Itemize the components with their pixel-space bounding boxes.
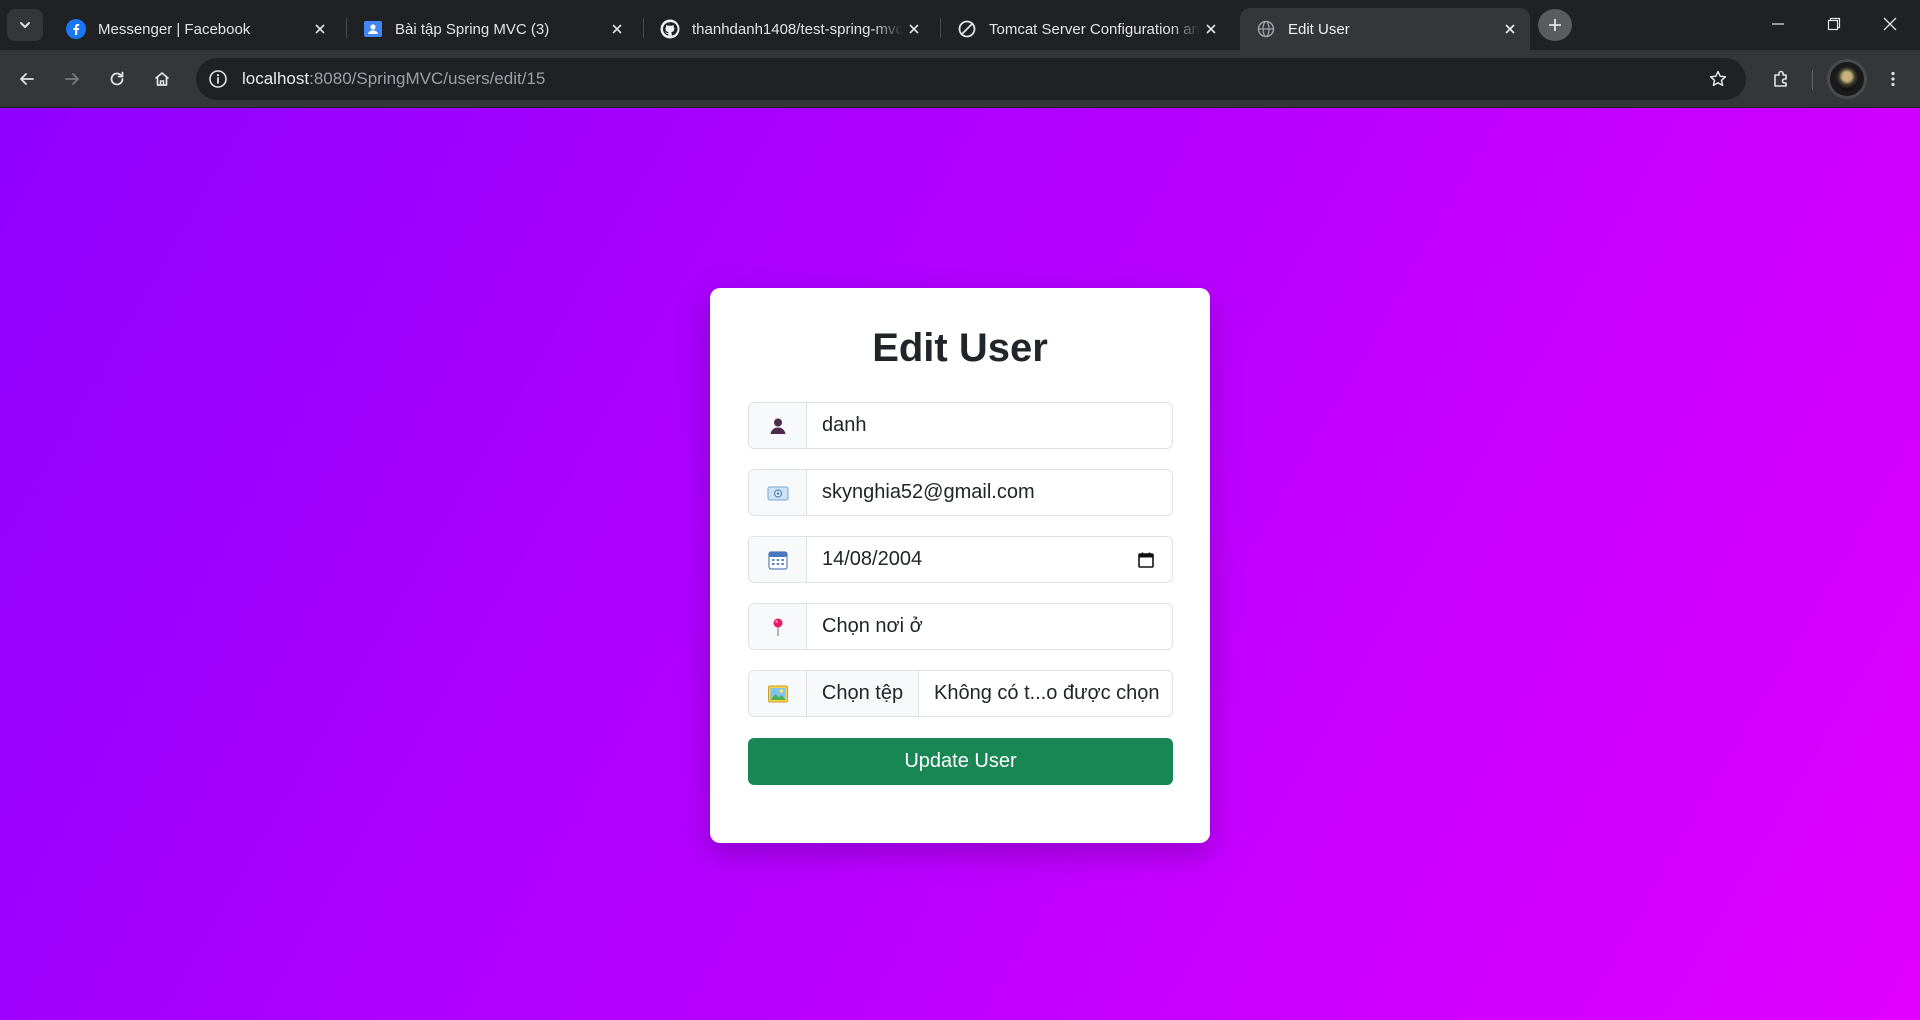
browser-toolbar: localhost:8080/SpringMVC/users/edit/15 <box>0 50 1920 108</box>
tab-title: Bài tập Spring MVC (3) <box>395 20 550 38</box>
bookmark-star-icon[interactable] <box>1700 61 1736 97</box>
close-tab-icon[interactable] <box>310 19 330 39</box>
site-info-icon[interactable] <box>204 65 232 93</box>
home-button[interactable] <box>144 61 180 97</box>
close-tab-icon[interactable] <box>1500 19 1520 39</box>
classroom-icon <box>363 19 383 39</box>
arrow-left-icon <box>20 73 34 85</box>
page-viewport: Edit User danh skynghia52@gmail.com 14/0… <box>0 108 1920 1020</box>
birthdate-input[interactable]: 14/08/2004 <box>807 537 1136 582</box>
update-user-button[interactable]: Update User <box>748 738 1173 785</box>
choose-file-button[interactable]: Chọn tệp <box>807 671 919 716</box>
tab-edit-user[interactable]: Edit User <box>1240 8 1530 50</box>
tab-strip: Messenger | Facebook Bài tập Spring MVC … <box>0 0 1920 50</box>
tomcat-icon <box>957 19 977 39</box>
email-field: skynghia52@gmail.com <box>748 469 1173 516</box>
username-input[interactable]: danh <box>807 403 1172 448</box>
new-tab-button[interactable] <box>1538 9 1572 41</box>
home-icon <box>154 72 170 86</box>
puzzle-icon <box>1774 70 1787 87</box>
page-title: Edit User <box>872 326 1048 370</box>
close-icon <box>1883 17 1897 31</box>
url-path: :8080/SpringMVC/users/edit/15 <box>309 69 546 88</box>
tab-title: Tomcat Server Configuration and <box>989 20 1201 38</box>
username-field: danh <box>748 402 1173 449</box>
plus-icon <box>1549 19 1561 31</box>
back-button[interactable] <box>9 61 45 97</box>
birthdate-field: 14/08/2004 <box>748 536 1173 583</box>
address-select[interactable]: Chọn nơi ở <box>807 604 1172 649</box>
profile-avatar[interactable] <box>1827 59 1867 99</box>
reload-icon <box>110 71 124 86</box>
toolbar-divider <box>1812 70 1813 90</box>
restore-button[interactable] <box>1806 0 1862 48</box>
url-host: localhost <box>242 69 310 88</box>
close-tab-icon[interactable] <box>1201 19 1221 39</box>
reload-button[interactable] <box>99 61 135 97</box>
close-tab-icon[interactable] <box>904 19 924 39</box>
arrow-right-icon <box>65 73 79 85</box>
more-vert-icon <box>1891 71 1895 87</box>
date-picker-toggle[interactable] <box>1136 537 1172 582</box>
email-input[interactable]: skynghia52@gmail.com <box>807 470 1172 515</box>
chevron-down-icon <box>20 22 30 28</box>
restore-icon <box>1827 17 1841 31</box>
tab-tomcat-config[interactable]: Tomcat Server Configuration and <box>941 8 1231 50</box>
calendar-icon <box>749 537 807 582</box>
tab-title: Messenger | Facebook <box>98 20 251 38</box>
url-text: localhost:8080/SpringMVC/users/edit/15 <box>242 69 545 89</box>
close-window-button[interactable] <box>1862 0 1918 48</box>
tab-search-button[interactable] <box>7 9 43 41</box>
pin-icon <box>749 604 807 649</box>
close-tab-icon[interactable] <box>607 19 627 39</box>
avatar-upload-field: Chọn tệp Không có t...o được chọn <box>748 670 1173 717</box>
extensions-button[interactable] <box>1763 61 1799 97</box>
forward-button[interactable] <box>54 61 90 97</box>
tab-title: Edit User <box>1288 20 1350 38</box>
menu-button[interactable] <box>1875 61 1911 97</box>
github-icon <box>660 19 680 39</box>
tab-github-repo[interactable]: thanhdanh1408/test-spring-mvc <box>644 8 934 50</box>
tab-spring-mvc-classroom[interactable]: Bài tập Spring MVC (3) <box>347 8 637 50</box>
email-icon <box>749 470 807 515</box>
minimize-button[interactable] <box>1750 0 1806 48</box>
user-icon <box>749 403 807 448</box>
file-name-label: Không có t...o được chọn <box>934 682 1160 704</box>
edit-user-card: Edit User danh skynghia52@gmail.com 14/0… <box>710 288 1210 843</box>
tab-title: thanhdanh1408/test-spring-mvc <box>692 20 903 38</box>
facebook-icon <box>66 19 86 39</box>
minimize-icon <box>1772 23 1784 25</box>
tab-messenger[interactable]: Messenger | Facebook <box>50 8 340 50</box>
globe-icon <box>1256 19 1276 39</box>
calendar-picker-icon <box>1136 550 1156 570</box>
address-field: Chọn nơi ở <box>748 603 1173 650</box>
image-icon <box>749 671 807 716</box>
address-bar[interactable]: localhost:8080/SpringMVC/users/edit/15 <box>196 58 1746 100</box>
